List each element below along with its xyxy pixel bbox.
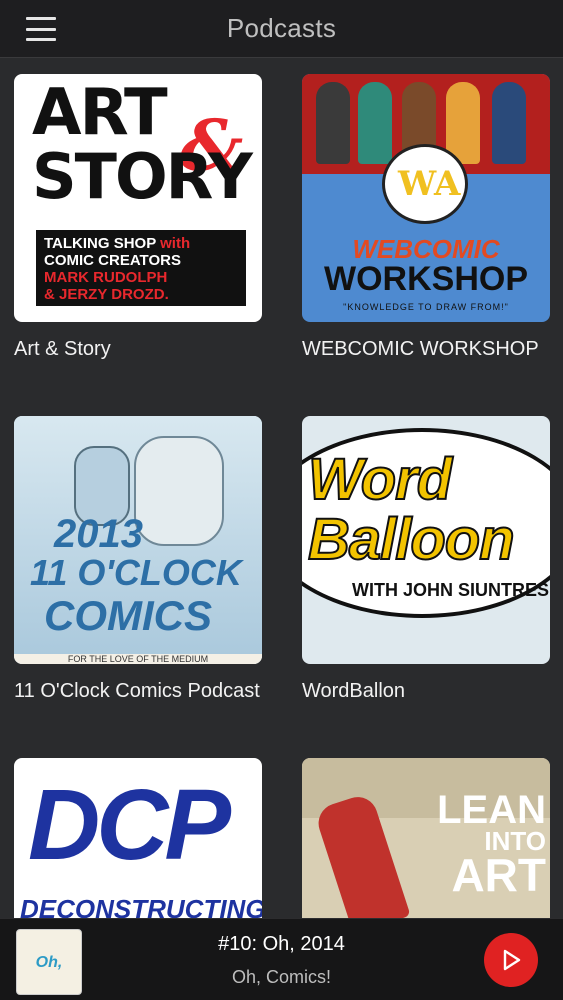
podcast-title: WordBallon <box>302 680 406 702</box>
podcast-card-art-and-story[interactable]: ART & STORY TALKING SHOP with COMIC CREA… <box>14 74 276 360</box>
podcast-artwork: LEAN INTO ART <box>302 758 550 918</box>
podcast-artwork: WA WEBCOMIC WORKSHOP "KNOWLEDGE TO DRAW … <box>302 74 550 322</box>
podcast-card-webcomic-workshop[interactable]: WA WEBCOMIC WORKSHOP "KNOWLEDGE TO DRAW … <box>302 74 563 360</box>
podcast-card-11-oclock-comics[interactable]: 2013 11 O'CLOCK COMICS FOR THE LOVE OF T… <box>14 416 276 702</box>
podcast-artwork: DCP DECONSTRUCTING <box>14 758 262 918</box>
podcast-card-dcp[interactable]: DCP DECONSTRUCTING <box>14 758 276 918</box>
podcast-card-wordballon[interactable]: Word Balloon WITH JOHN SIUNTRES WordBall… <box>302 416 563 702</box>
podcast-artwork: 2013 11 O'CLOCK COMICS FOR THE LOVE OF T… <box>14 416 262 664</box>
mini-player[interactable]: Oh, COMICS! #10: Oh, 2014 Oh, Comics! <box>0 918 563 1000</box>
top-bar: Podcasts <box>0 0 563 58</box>
podcast-grid: ART & STORY TALKING SHOP with COMIC CREA… <box>0 58 563 918</box>
podcast-card-lean-into-art[interactable]: LEAN INTO ART <box>302 758 563 918</box>
podcast-title: 11 O'Clock Comics Podcast <box>14 680 260 702</box>
podcast-title: WEBCOMIC WORKSHOP <box>302 338 539 360</box>
podcast-artwork: ART & STORY TALKING SHOP with COMIC CREA… <box>14 74 262 322</box>
now-playing-podcast-name: Oh, Comics! <box>231 967 332 987</box>
podcast-artwork: Word Balloon WITH JOHN SIUNTRES <box>302 416 550 664</box>
page-title: Podcasts <box>226 13 337 43</box>
now-playing-episode-title: #10: Oh, 2014 <box>218 933 345 955</box>
play-icon <box>503 949 521 971</box>
play-button[interactable] <box>484 933 538 987</box>
podcast-title: Art & Story <box>14 338 111 360</box>
